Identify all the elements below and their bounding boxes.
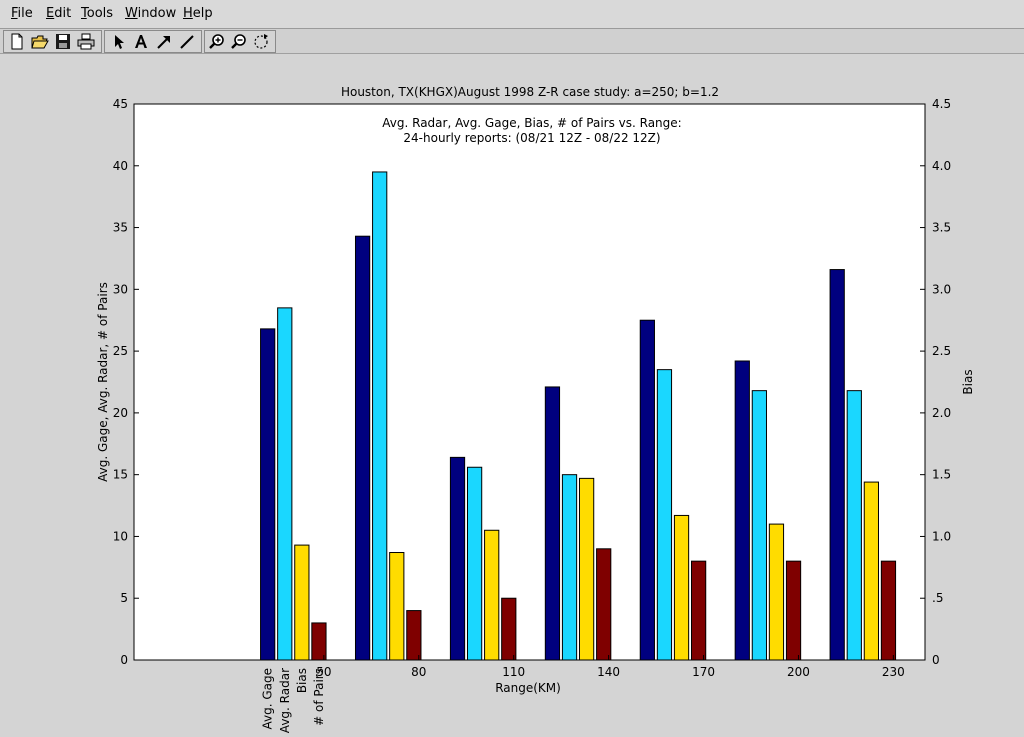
left-y-tick-label: 30 (113, 282, 128, 296)
save-icon[interactable] (54, 33, 72, 50)
left-y-tick-label: 0 (120, 653, 128, 667)
menu-file[interactable]: File (11, 6, 33, 21)
x-tick-label: 110 (502, 665, 525, 679)
right-y-tick-label: 1.0 (932, 529, 951, 543)
file-tool-group (3, 30, 102, 53)
bar-pairs-6 (785, 560, 802, 661)
series-label-pairs: # of Pairs (312, 668, 326, 726)
bar-bias-1 (294, 544, 310, 661)
x-axis-label: Range(KM) (495, 681, 561, 695)
x-tick-label: 170 (692, 665, 715, 679)
bar-avg-radar-3 (466, 466, 483, 661)
bar-pairs-1 (311, 622, 327, 661)
right-y-tick-label: .5 (932, 591, 943, 605)
chart-subtitle-line-1: Avg. Radar, Avg. Gage, Bias, # of Pairs … (382, 116, 681, 130)
arrow-tool-icon[interactable] (155, 33, 173, 50)
bar-avg-radar-7 (846, 390, 862, 661)
right-y-axis-label: Bias (961, 369, 975, 394)
bar-bias-6 (768, 523, 785, 661)
bar-avg-radar-2 (372, 171, 388, 661)
bar-avg-gage-4 (544, 386, 561, 661)
plot-area (134, 104, 925, 660)
right-y-tick-label: 4.0 (932, 159, 951, 173)
series-label-avg-gage: Avg. Gage (261, 668, 275, 730)
x-tick-label: 140 (597, 665, 620, 679)
bar-avg-gage-6 (734, 360, 750, 661)
bar-avg-radar-1 (277, 307, 293, 661)
print-icon[interactable] (77, 33, 95, 50)
chart-title: Houston, TX(KHGX)August 1998 Z-R case st… (341, 85, 719, 99)
bar-pairs-2 (406, 610, 422, 661)
menu-bar: File Edit Tools Window Help (0, 0, 1024, 29)
left-y-tick-label: 15 (113, 468, 128, 482)
chart-subtitle-line-2: 24-hourly reports: (08/21 12Z - 08/22 12… (403, 131, 660, 145)
series-label-bias: Bias (295, 668, 309, 693)
left-y-tick-label: 5 (120, 591, 128, 605)
bar-avg-gage-1 (260, 328, 276, 661)
bar-avg-radar-4 (561, 474, 578, 661)
right-y-tick-label: 3.5 (932, 221, 951, 235)
line-tool-icon[interactable] (178, 33, 196, 50)
menu-window[interactable]: Window (125, 6, 176, 21)
series-labels: Avg. Gage Avg. Radar Bias # of Pairs (261, 668, 326, 733)
left-y-tick-label: 40 (113, 159, 128, 173)
zoom-in-icon[interactable] (208, 33, 226, 50)
open-folder-icon[interactable] (31, 33, 49, 50)
view-tool-group (204, 30, 276, 53)
menu-help[interactable]: Help (183, 6, 213, 21)
x-tick-label: 80 (411, 665, 426, 679)
toolbar (0, 29, 1024, 54)
bar-avg-radar-6 (751, 390, 767, 661)
pointer-arrow-icon[interactable] (109, 33, 127, 50)
right-y-tick-label: 4.5 (932, 97, 951, 111)
bar-avg-gage-2 (354, 235, 371, 661)
zoom-out-icon[interactable] (230, 33, 248, 50)
x-tick-label: 230 (882, 665, 905, 679)
figure-canvas: Houston, TX(KHGX)August 1998 Z-R case st… (0, 54, 1024, 737)
menu-edit[interactable]: Edit (46, 6, 71, 21)
bar-pairs-3 (501, 597, 517, 661)
bar-avg-gage-5 (639, 319, 655, 661)
right-y-tick-label: 1.5 (932, 468, 951, 482)
bar-pairs-5 (690, 560, 707, 661)
bar-bias-4 (578, 477, 595, 661)
series-label-avg-radar: Avg. Radar (278, 668, 292, 733)
bar-avg-radar-5 (656, 369, 673, 661)
bar-bias-7 (863, 481, 879, 661)
rotate-icon[interactable] (252, 33, 270, 50)
bar-chart: Houston, TX(KHGX)August 1998 Z-R case st… (96, 85, 975, 733)
right-y-tick-label: 0 (932, 653, 940, 667)
bar-bias-2 (389, 552, 405, 661)
left-y-axis-label: Avg. Gage, Avg. Radar, # of Pairs (96, 282, 110, 482)
plot-background (134, 104, 925, 660)
left-y-tick-label: 35 (113, 221, 128, 235)
left-y-tick-label: 10 (113, 529, 128, 543)
bar-avg-gage-7 (829, 269, 845, 661)
bar-pairs-7 (880, 560, 897, 661)
bar-bias-5 (673, 514, 690, 661)
menu-tools[interactable]: Tools (81, 6, 113, 21)
left-y-tick-label: 45 (113, 97, 128, 111)
bar-avg-gage-3 (449, 456, 466, 661)
annotation-tool-group (104, 30, 202, 53)
left-y-tick-label: 20 (113, 406, 128, 420)
right-y-tick-label: 3.0 (932, 282, 951, 296)
left-y-tick-label: 25 (113, 344, 128, 358)
bar-bias-3 (484, 529, 500, 661)
right-y-tick-label: 2.5 (932, 344, 951, 358)
x-tick-label: 200 (787, 665, 810, 679)
right-y-tick-label: 2.0 (932, 406, 951, 420)
text-tool-icon[interactable] (132, 33, 150, 50)
new-file-icon[interactable] (8, 33, 26, 50)
bar-pairs-4 (596, 548, 612, 661)
